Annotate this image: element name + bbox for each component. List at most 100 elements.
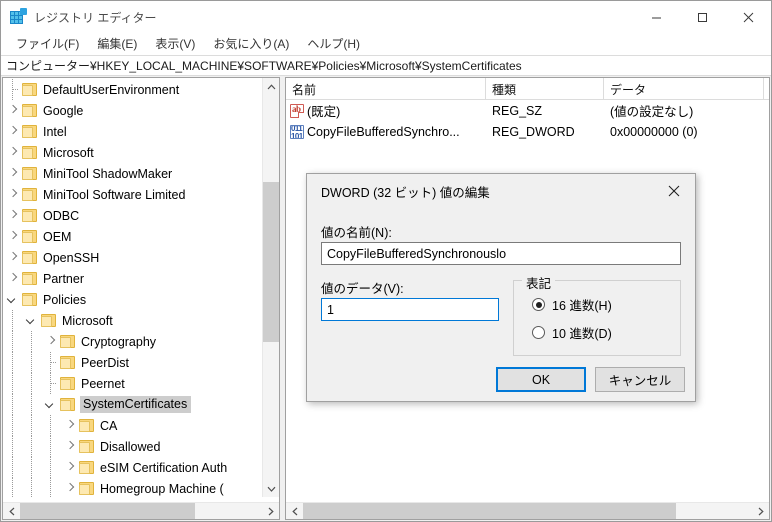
- folder-icon: [22, 188, 37, 201]
- folder-icon: [22, 230, 37, 243]
- tree-indent-guide: [3, 415, 22, 436]
- values-horizontal-scrollbar[interactable]: [286, 502, 769, 519]
- menu-view[interactable]: 表示(V): [146, 33, 204, 55]
- tree-item[interactable]: Peernet: [3, 373, 258, 394]
- radio-hexadecimal[interactable]: 16 進数(H): [532, 295, 612, 314]
- tree-horizontal-scrollbar[interactable]: [3, 502, 279, 519]
- scroll-left-icon[interactable]: [3, 503, 20, 520]
- scroll-up-icon[interactable]: [263, 78, 280, 95]
- tree-expander-icon[interactable]: [60, 457, 79, 478]
- tree-item[interactable]: eSIM Certification Auth: [3, 457, 258, 478]
- tree-item[interactable]: Homegroup Machine (: [3, 478, 258, 497]
- tree-item[interactable]: Intel: [3, 121, 258, 142]
- tree-item[interactable]: CA: [3, 415, 258, 436]
- radio-hex-icon[interactable]: [532, 298, 545, 311]
- cancel-button[interactable]: キャンセル: [595, 367, 685, 392]
- tree-item-label: Cryptography: [81, 335, 160, 349]
- tree-expander-icon[interactable]: [3, 142, 22, 163]
- tree-item[interactable]: OpenSSH: [3, 247, 258, 268]
- value-row[interactable]: ab(既定)REG_SZ(値の設定なし): [286, 100, 769, 121]
- tree-expander-icon[interactable]: [60, 415, 79, 436]
- tree-expander-icon[interactable]: [3, 163, 22, 184]
- scroll-left-icon[interactable]: [286, 503, 303, 520]
- tree-expander-icon[interactable]: [60, 478, 79, 497]
- registry-tree[interactable]: DefaultUserEnvironmentGoogleIntelMicroso…: [3, 78, 258, 497]
- tree-expander-icon[interactable]: [3, 121, 22, 142]
- tree-indent-guide: [3, 478, 22, 497]
- value-name-text: (既定): [307, 101, 340, 120]
- menu-file[interactable]: ファイル(F): [7, 33, 88, 55]
- tree-item[interactable]: SystemCertificates: [3, 394, 258, 415]
- menu-help[interactable]: ヘルプ(H): [298, 33, 369, 55]
- minimize-button[interactable]: [633, 1, 679, 33]
- value-data-input[interactable]: 1: [321, 298, 499, 321]
- column-header-data[interactable]: データ: [604, 78, 764, 100]
- list-header: 名前 種類 データ: [286, 78, 769, 100]
- folder-icon: [79, 482, 94, 495]
- column-header-type[interactable]: 種類: [486, 78, 604, 100]
- scroll-down-icon[interactable]: [263, 480, 280, 497]
- folder-icon: [79, 440, 94, 453]
- tree-expander-icon[interactable]: [3, 184, 22, 205]
- close-button[interactable]: [725, 1, 771, 33]
- tree-item-label: MiniTool Software Limited: [43, 188, 189, 202]
- tree-item[interactable]: PeerDist: [3, 352, 258, 373]
- value-row[interactable]: 011101CopyFileBufferedSynchro...REG_DWOR…: [286, 121, 769, 142]
- registry-editor-icon: [10, 9, 26, 25]
- tree-expander-icon[interactable]: [3, 268, 22, 289]
- radio-dec-icon[interactable]: [532, 326, 545, 339]
- tree-indent-guide: [3, 457, 22, 478]
- tree-vertical-scrollbar[interactable]: [262, 78, 279, 497]
- values-hscroll-thumb[interactable]: [303, 503, 676, 520]
- tree-item[interactable]: Cryptography: [3, 331, 258, 352]
- tree-expander-icon[interactable]: [41, 394, 60, 415]
- folder-icon: [79, 419, 94, 432]
- tree-item[interactable]: Google: [3, 100, 258, 121]
- ok-button[interactable]: OK: [496, 367, 586, 392]
- tree-expander-icon[interactable]: [41, 331, 60, 352]
- tree-item[interactable]: MiniTool ShadowMaker: [3, 163, 258, 184]
- menu-edit[interactable]: 編集(E): [88, 33, 146, 55]
- tree-item[interactable]: Partner: [3, 268, 258, 289]
- tree-item[interactable]: DefaultUserEnvironment: [3, 79, 258, 100]
- tree-item-label: OpenSSH: [43, 251, 103, 265]
- folder-icon: [60, 377, 75, 390]
- base-group-label: 表記: [522, 273, 555, 292]
- tree-item-label: Policies: [43, 293, 90, 307]
- tree-item[interactable]: Disallowed: [3, 436, 258, 457]
- menu-favorites[interactable]: お気に入り(A): [204, 33, 298, 55]
- tree-expander-icon[interactable]: [60, 436, 79, 457]
- tree-item[interactable]: Policies: [3, 289, 258, 310]
- tree-indent-guide: [22, 373, 41, 394]
- tree-item[interactable]: Microsoft: [3, 142, 258, 163]
- radio-decimal[interactable]: 10 進数(D): [532, 323, 612, 342]
- value-name-input[interactable]: CopyFileBufferedSynchronouslo: [321, 242, 681, 265]
- scroll-right-icon[interactable]: [262, 503, 279, 520]
- tree-expander-icon[interactable]: [3, 289, 22, 310]
- tree-expander-icon[interactable]: [3, 205, 22, 226]
- tree-item-label: ODBC: [43, 209, 83, 223]
- tree-expander-icon[interactable]: [22, 310, 41, 331]
- folder-icon: [22, 272, 37, 285]
- tree-expander-icon[interactable]: [3, 100, 22, 121]
- tree-item-label: Homegroup Machine (: [100, 482, 228, 496]
- tree-expander-icon[interactable]: [3, 247, 22, 268]
- tree-expander-icon[interactable]: [3, 226, 22, 247]
- string-value-icon: ab: [290, 104, 304, 118]
- folder-icon: [22, 167, 37, 180]
- scroll-right-icon[interactable]: [752, 503, 769, 520]
- tree-item[interactable]: Microsoft: [3, 310, 258, 331]
- tree-item-label: SystemCertificates: [80, 396, 191, 413]
- tree-item[interactable]: ODBC: [3, 205, 258, 226]
- dword-value-icon: 011101: [290, 125, 304, 139]
- tree-item[interactable]: OEM: [3, 226, 258, 247]
- tree-item[interactable]: MiniTool Software Limited: [3, 184, 258, 205]
- column-header-name[interactable]: 名前: [286, 78, 486, 100]
- maximize-button[interactable]: [679, 1, 725, 33]
- tree-indent-guide: [41, 352, 60, 373]
- folder-icon: [41, 314, 56, 327]
- dialog-close-button[interactable]: [653, 176, 695, 206]
- tree-scroll-thumb[interactable]: [263, 182, 280, 342]
- tree-hscroll-thumb[interactable]: [20, 503, 195, 520]
- address-bar[interactable]: コンピューター¥HKEY_LOCAL_MACHINE¥SOFTWARE¥Poli…: [1, 55, 771, 76]
